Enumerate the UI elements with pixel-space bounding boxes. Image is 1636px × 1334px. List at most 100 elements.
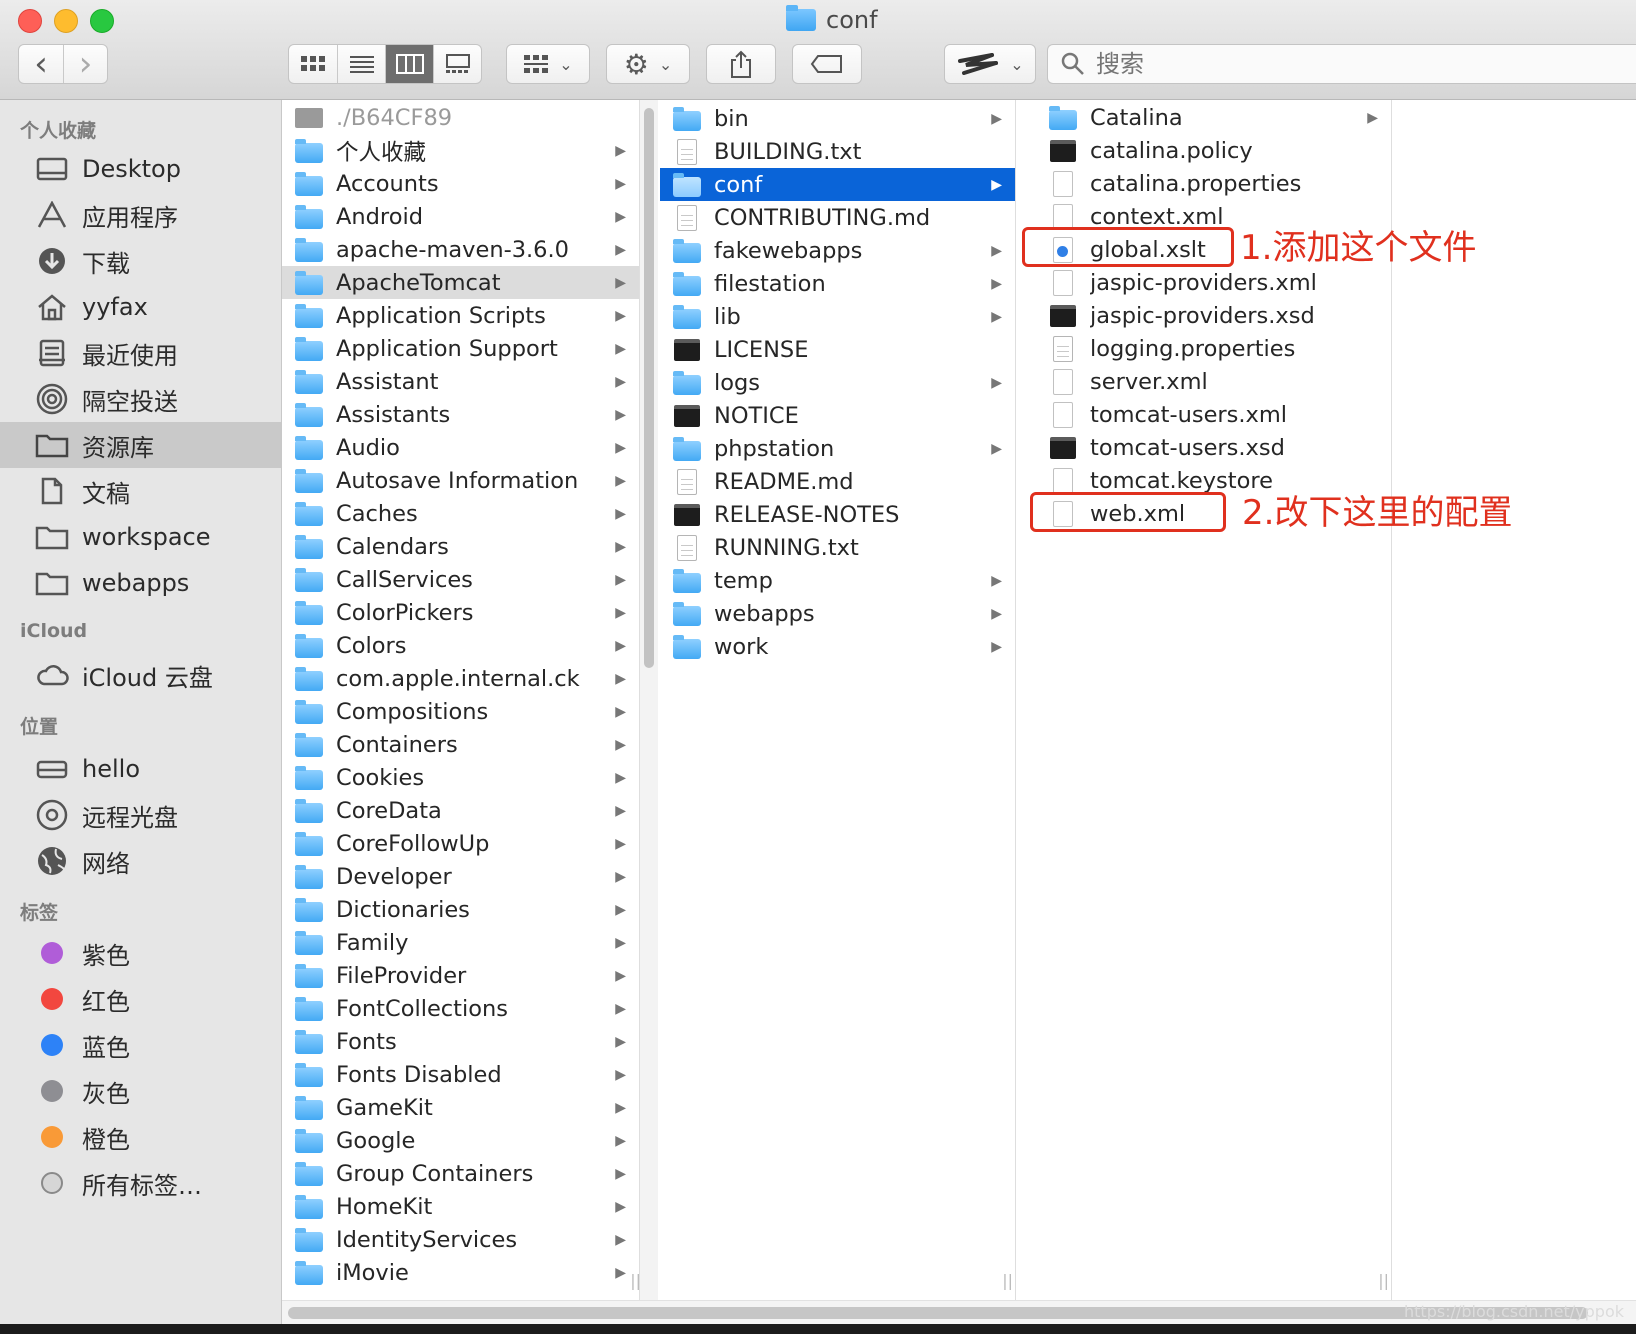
file-row[interactable]: RELEASE-NOTES [660,498,1015,531]
file-row[interactable]: README.md [660,465,1015,498]
file-row[interactable]: tomcat-users.xsd [1036,431,1391,464]
minimize-window-button[interactable] [54,9,78,33]
folder-row[interactable]: iMovie ▶ [282,1256,639,1289]
sidebar-item-library[interactable]: 资源库 [0,422,281,468]
folder-row[interactable]: Application Support ▶ [282,332,639,365]
column-resize-grip[interactable]: || [1002,1271,1013,1290]
file-row[interactable]: jaspic-providers.xml [1036,266,1391,299]
sidebar-item-home[interactable]: yyfax [0,284,281,330]
browser-column-2[interactable]: work ▶ webapps ▶ temp ▶ RUNNING.txt RELEASE-NOT… [660,100,1016,1300]
folder-row[interactable]: phpstation ▶ [660,432,1015,465]
folder-row[interactable]: IdentityServices ▶ [282,1223,639,1256]
sidebar-item-network[interactable]: 网络 [0,838,281,884]
close-window-button[interactable] [18,9,42,33]
folder-row[interactable]: GameKit ▶ [282,1091,639,1124]
sidebar-item-all-tags[interactable]: 所有标签… [0,1160,281,1206]
icon-view-button[interactable] [289,45,337,83]
file-row[interactable]: CONTRIBUTING.md [660,201,1015,234]
sidebar-item-tag-gray[interactable]: 灰色 [0,1068,281,1114]
column-view-button[interactable] [385,45,433,83]
forward-button[interactable]: › [62,44,107,84]
sidebar-item-recents[interactable]: 最近使用 [0,330,281,376]
folder-row[interactable]: Android ▶ [282,200,639,233]
file-row[interactable]: logging.properties [1036,332,1391,365]
folder-row[interactable]: Google ▶ [282,1124,639,1157]
sidebar-item-tag-orange[interactable]: 橙色 [0,1114,281,1160]
folder-row[interactable]: Accounts ▶ [282,167,639,200]
folder-row[interactable]: apache-maven-3.6.0 ▶ [282,233,639,266]
list-view-button[interactable] [337,45,385,83]
sidebar-item-documents[interactable]: 文稿 [0,468,281,514]
sidebar-item-icloud-drive[interactable]: iCloud 云盘 [0,652,281,698]
file-row[interactable]: jaspic-providers.xsd [1036,299,1391,332]
zoom-window-button[interactable] [90,9,114,33]
sidebar-item-remote-disc[interactable]: 远程光盘 [0,792,281,838]
column-resize-grip[interactable]: || [1378,1271,1389,1290]
sync-dropdown-button[interactable]: ⌄ [944,44,1036,84]
sidebar-item-tag-red[interactable]: 红色 [0,976,281,1022]
folder-row[interactable]: Assistant ▶ [282,365,639,398]
file-row[interactable]: RUNNING.txt [660,531,1015,564]
file-row[interactable]: LICENSE [660,333,1015,366]
folder-row[interactable]: Developer ▶ [282,860,639,893]
action-button[interactable]: ⚙ ⌄ [606,44,690,84]
folder-row[interactable]: logs ▶ [660,366,1015,399]
folder-row[interactable]: CallServices ▶ [282,563,639,596]
folder-row[interactable]: Group Containers ▶ [282,1157,639,1190]
folder-row[interactable]: Containers ▶ [282,728,639,761]
folder-row[interactable]: Audio ▶ [282,431,639,464]
folder-row[interactable]: Family ▶ [282,926,639,959]
sidebar-item-hello[interactable]: hello [0,746,281,792]
sidebar-item-webapps[interactable]: webapps [0,560,281,606]
sidebar-item-desktop[interactable]: Desktop [0,146,281,192]
folder-row[interactable]: Autosave Information ▶ [282,464,639,497]
folder-row[interactable]: HomeKit ▶ [282,1190,639,1223]
browser-column-1[interactable]: iMovie ▶ IdentityServices ▶ HomeKit ▶ Group Co… [282,100,640,1300]
browser-column-3[interactable]: web.xml tomcat.keystore tomcat-users.xsd to… [1036,100,1392,1300]
folder-row[interactable]: Caches ▶ [282,497,639,530]
file-row[interactable]: NOTICE [660,399,1015,432]
sidebar-item-tag-blue[interactable]: 蓝色 [0,1022,281,1068]
folder-row[interactable]: 个人收藏 ▶ [282,134,639,167]
folder-row[interactable]: Assistants ▶ [282,398,639,431]
folder-row[interactable]: Compositions ▶ [282,695,639,728]
folder-row[interactable]: com.apple.internal.ck ▶ [282,662,639,695]
horizontal-scroll-thumb[interactable] [288,1307,1588,1319]
folder-row[interactable]: ApacheTomcat ▶ [282,266,639,299]
vertical-scroll-thumb[interactable] [644,108,654,668]
sidebar-item-workspace[interactable]: workspace [0,514,281,560]
folder-row[interactable]: FontCollections ▶ [282,992,639,1025]
folder-row[interactable]: ColorPickers ▶ [282,596,639,629]
folder-row[interactable]: webapps ▶ [660,597,1015,630]
file-row[interactable]: tomcat-users.xml [1036,398,1391,431]
column-resize-grip[interactable]: || [630,1271,639,1290]
folder-row[interactable]: Calendars ▶ [282,530,639,563]
folder-row[interactable]: fakewebapps ▶ [660,234,1015,267]
file-row[interactable]: ./B64CF89 [282,101,639,134]
tag-button[interactable] [792,44,862,84]
folder-row[interactable]: Fonts ▶ [282,1025,639,1058]
file-row[interactable]: catalina.policy [1036,134,1391,167]
folder-row[interactable]: temp ▶ [660,564,1015,597]
folder-row[interactable]: filestation ▶ [660,267,1015,300]
folder-row[interactable]: Colors ▶ [282,629,639,662]
folder-row[interactable]: CoreFollowUp ▶ [282,827,639,860]
sidebar-item-downloads[interactable]: 下载 [0,238,281,284]
file-row[interactable]: BUILDING.txt [660,135,1015,168]
sidebar-item-airdrop[interactable]: 隔空投送 [0,376,281,422]
folder-row[interactable]: conf ▶ [660,168,1015,201]
sidebar-item-tag-purple[interactable]: 紫色 [0,930,281,976]
vertical-scrollbar[interactable] [640,100,658,1300]
folder-row[interactable]: Fonts Disabled ▶ [282,1058,639,1091]
share-button[interactable] [706,44,776,84]
group-by-button[interactable]: ⌄ [506,44,590,84]
folder-row[interactable]: lib ▶ [660,300,1015,333]
back-button[interactable]: ‹ [19,44,63,84]
sidebar-item-applications[interactable]: 应用程序 [0,192,281,238]
folder-row[interactable]: bin ▶ [660,102,1015,135]
search-field[interactable] [1047,44,1636,84]
folder-row[interactable]: work ▶ [660,630,1015,663]
file-row[interactable]: catalina.properties [1036,167,1391,200]
folder-row[interactable]: Catalina ▶ [1036,101,1391,134]
search-input[interactable] [1094,49,1598,79]
